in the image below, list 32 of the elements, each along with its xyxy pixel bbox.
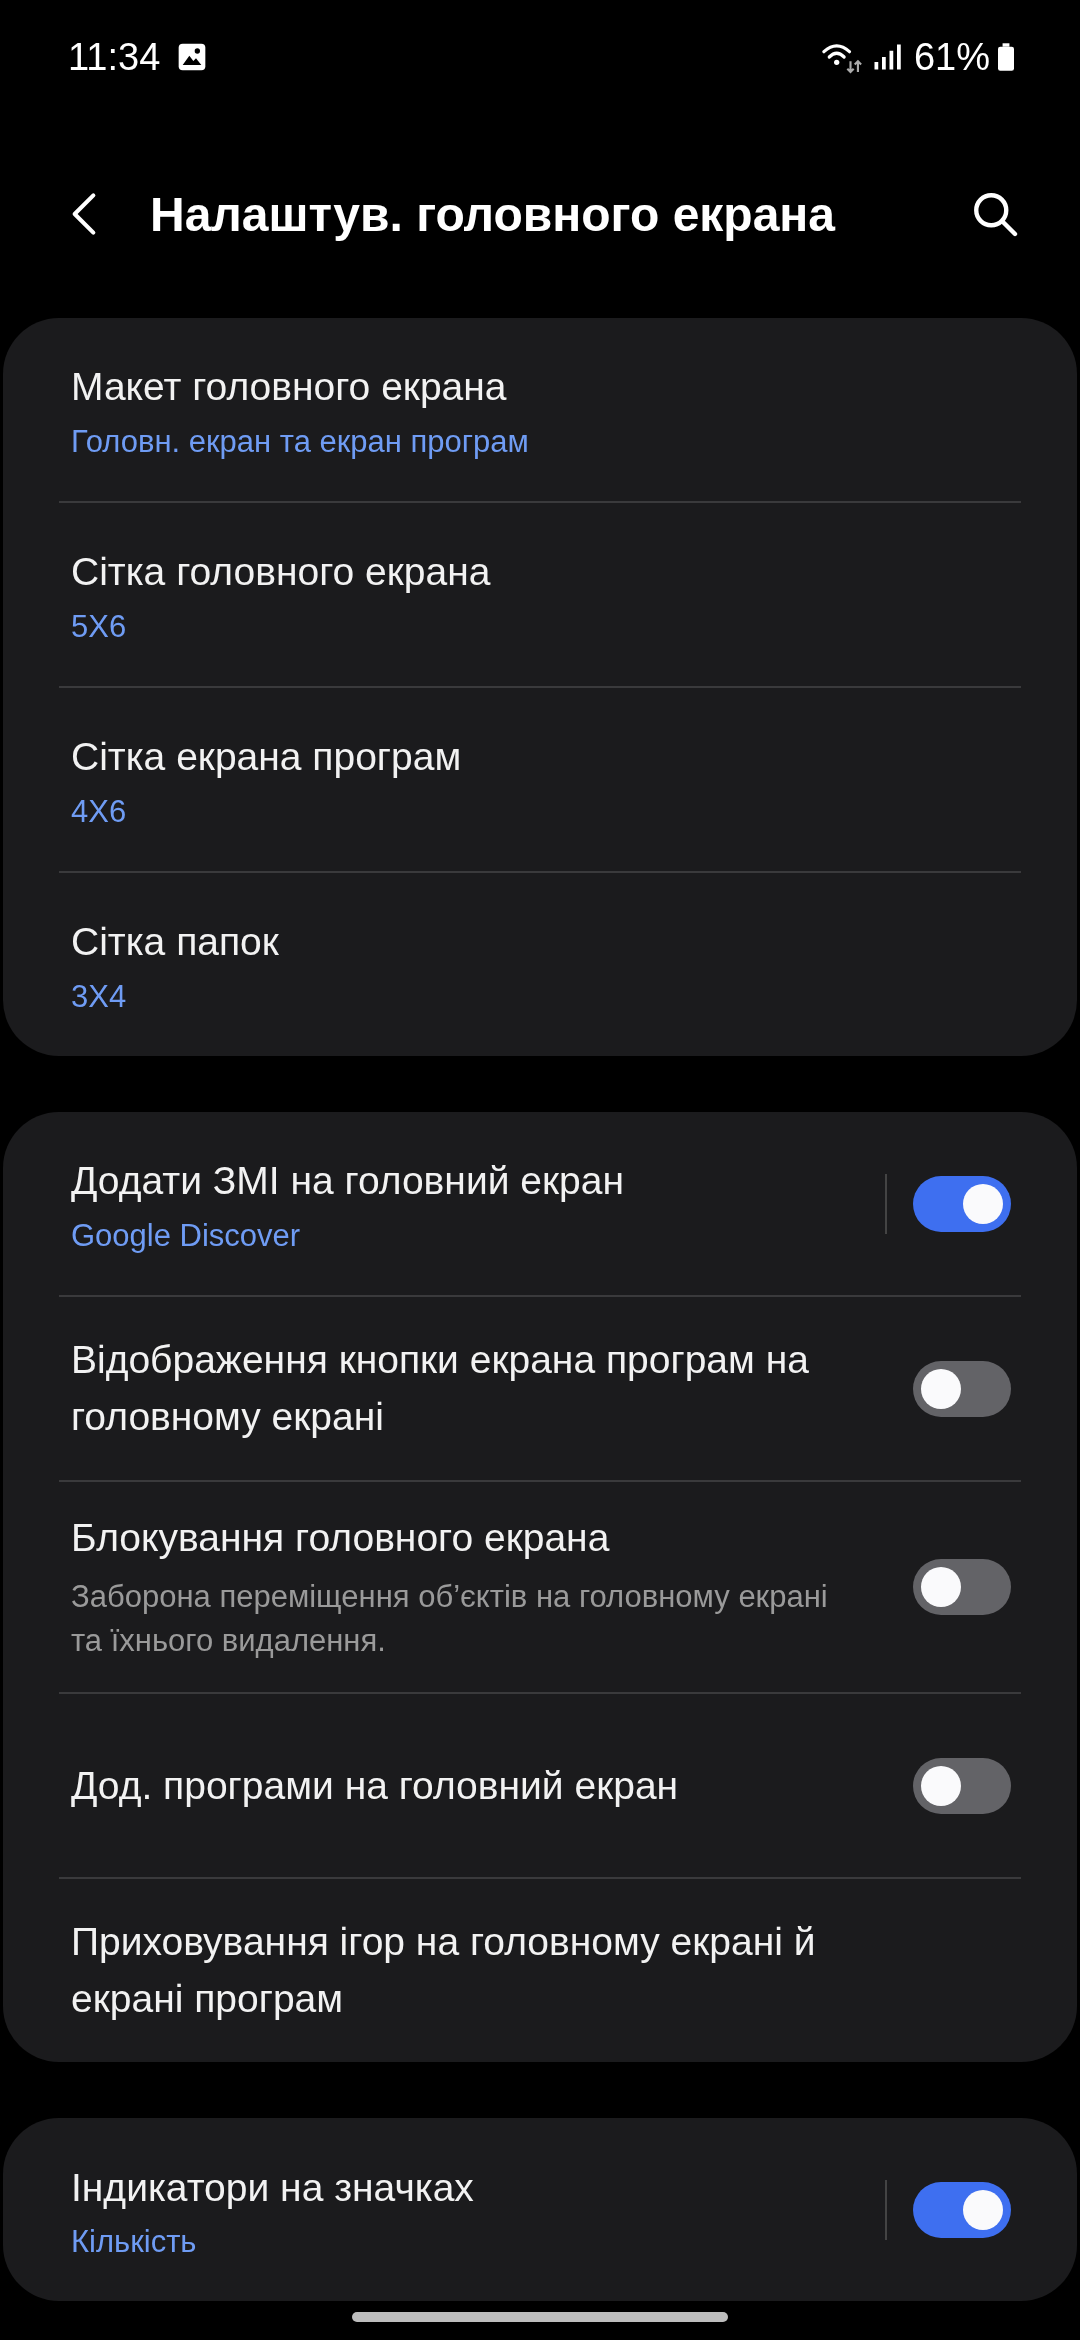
setting-title: Дод. програми на головний екран [71, 1762, 680, 1809]
setting-title: Приховування ігор на головному екрані й екрані програм [71, 1919, 817, 2022]
setting-value: Google Discover [71, 1217, 302, 1254]
settings-item[interactable]: Сітка папок 3X4 [3, 873, 1077, 1056]
setting-value: 5X6 [71, 608, 128, 645]
settings-item[interactable]: Макет головного екрана Головн. екран та екран програм [3, 318, 1077, 501]
settings-item[interactable]: Додати ЗМІ на головний екран Google Discover [3, 1112, 1077, 1295]
setting-value: 4X6 [71, 793, 128, 830]
setting-title: Сітка папок [71, 919, 280, 966]
battery-percent: 61% [913, 35, 990, 79]
settings-item[interactable]: Індикатори на значках Кількість [3, 2118, 1077, 2302]
back-icon[interactable] [70, 190, 98, 238]
setting-value: 3X4 [71, 978, 128, 1015]
setting-title: Сітка головного екрана [71, 549, 492, 596]
settings-item[interactable]: Сітка екрана програм 4X6 [3, 688, 1077, 871]
battery-icon [998, 43, 1014, 71]
setting-title: Блокування головного екрана [71, 1515, 611, 1561]
setting-title: Сітка екрана програм [71, 734, 463, 781]
settings-item[interactable]: Сітка головного екрана 5X6 [3, 503, 1077, 686]
setting-title: Додати ЗМІ на головний екран [71, 1158, 625, 1205]
setting-value: Головн. екран та екран програм [71, 423, 530, 460]
setting-description: Заборона переміщення об’єктів на головному екрані та їхнього видалення. [71, 1577, 829, 1661]
settings-item[interactable]: Відображення кнопки екрана програм на головному екрані [3, 1297, 1077, 1480]
page-title: Налаштув. головного екрана [150, 186, 837, 242]
setting-title: Відображення кнопки екрана програм на головному екрані [71, 1336, 810, 1440]
settings-item[interactable]: Дод. програми на головний екран [3, 1694, 1077, 1878]
settings-item[interactable]: Блокування головного екрана Заборона переміщення об’єктів на головному екрані та їхнього видалення. [3, 1482, 1077, 1693]
setting-value: Кількість [71, 2224, 198, 2261]
setting-title: Макет головного екрана [71, 364, 508, 411]
setting-title: Індикатори на значках [71, 2164, 475, 2211]
settings-item[interactable]: Приховування ігор на головному екрані й екрані програм [3, 1879, 1077, 2063]
status-time: 11:34 [68, 35, 161, 79]
